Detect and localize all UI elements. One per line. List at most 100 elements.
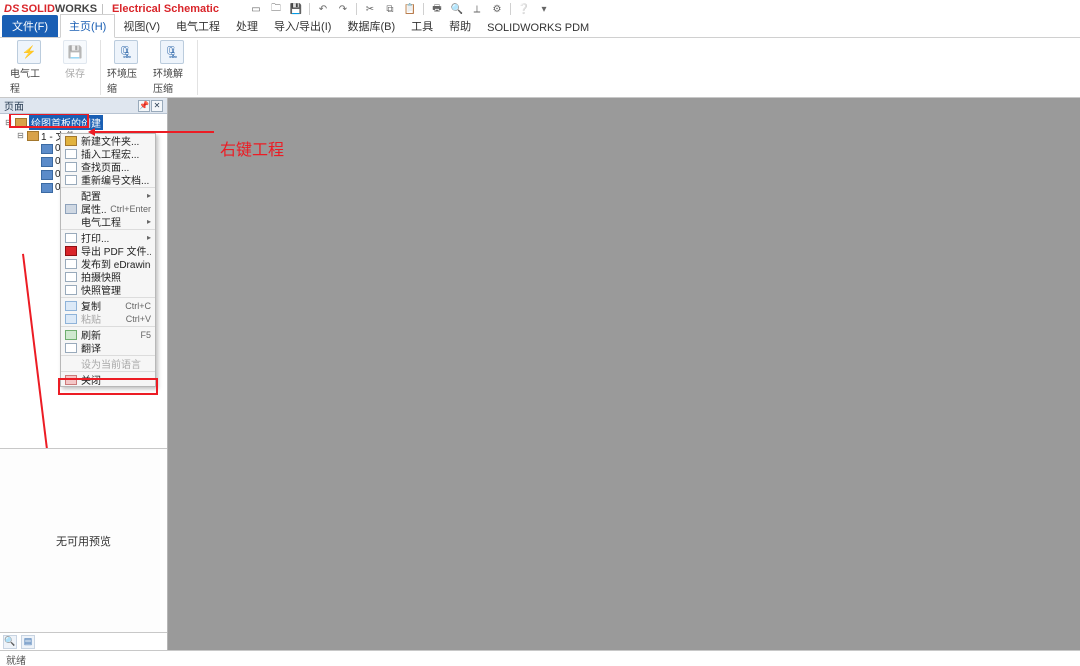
context-menu-item: 粘贴 Ctrl+V xyxy=(61,312,155,325)
gear-icon xyxy=(65,204,77,214)
doc-icon xyxy=(41,144,53,154)
qat-undo-icon[interactable]: ↶ xyxy=(316,2,330,16)
save-icon: 💾 xyxy=(63,40,87,64)
pane-controls: 📌 ✕ xyxy=(138,100,163,112)
drawing-canvas[interactable] xyxy=(168,98,1080,650)
ribbon-env-compress-button[interactable]: 🗜 环境压缩 xyxy=(107,40,145,95)
submenu-arrow-icon: ▸ xyxy=(147,233,151,242)
status-text: 就绪 xyxy=(6,656,26,666)
tab-process[interactable]: 处理 xyxy=(228,15,266,37)
blank-icon xyxy=(65,217,77,227)
context-menu-shortcut: Ctrl+C xyxy=(125,301,151,311)
page-icon xyxy=(65,343,77,353)
qat-redo-icon[interactable]: ↷ xyxy=(336,2,350,16)
main-area: 页面 📌 ✕ ⊟ 绘图首板的创建 ⊟ 1 - 文件 01 - xyxy=(0,98,1080,650)
doc-icon xyxy=(41,170,53,180)
submenu-arrow-icon: ▸ xyxy=(147,217,151,226)
context-menu-item[interactable]: 重新编号文档... xyxy=(61,173,155,186)
qat-print-icon[interactable]: 🖶 xyxy=(430,2,444,16)
qat-settings-icon[interactable]: ⚙ xyxy=(490,2,504,16)
blank-icon xyxy=(65,359,77,369)
tab-view[interactable]: 视图(V) xyxy=(115,15,168,37)
context-menu-shortcut: F5 xyxy=(140,330,151,340)
ribbon-env-decompress-button[interactable]: 🗜 环境解压缩 xyxy=(153,40,191,95)
context-menu-shortcut: Ctrl+V xyxy=(126,314,151,324)
tab-pdm[interactable]: SOLIDWORKS PDM xyxy=(479,19,597,37)
context-menu-item[interactable]: 电气工程 ▸ xyxy=(61,215,155,228)
ribbon: ⚡ 电气工程 💾 保存 管理 🗜 环境压缩 🗜 环境解压缩 压缩 xyxy=(0,38,1080,98)
doc-icon xyxy=(41,183,53,193)
qat-paste-icon[interactable]: 📋 xyxy=(403,2,417,16)
pane-bottom-tabs: 🔍 ▤ xyxy=(0,632,167,650)
tab-home[interactable]: 主页(H) xyxy=(60,14,115,38)
status-bar: 就绪 xyxy=(0,650,1080,666)
qat-open-icon[interactable]: 🗀 xyxy=(269,2,283,16)
project-icon xyxy=(15,118,27,128)
app-subtitle: Electrical Schematic xyxy=(112,3,219,15)
qat-ruler-icon[interactable]: ⟂ xyxy=(470,2,484,16)
doc-icon xyxy=(41,157,53,167)
annotation-text: 右键工程 xyxy=(220,136,284,160)
page-icon xyxy=(65,233,77,243)
page-icon xyxy=(65,272,77,282)
pane-header: 页面 📌 ✕ xyxy=(0,98,167,114)
pane-tab1-icon[interactable]: 🔍 xyxy=(3,635,17,649)
copy-icon xyxy=(65,301,77,311)
sw-logo-icon: DS xyxy=(4,3,19,15)
context-menu-item[interactable]: 快照管理 xyxy=(61,283,155,296)
lightning-icon: ⚡ xyxy=(17,40,41,64)
preview-pane: 无可用预览 xyxy=(0,448,167,632)
ribbon-group-compress: 🗜 环境压缩 🗜 环境解压缩 压缩 xyxy=(101,40,198,95)
qat-search-icon[interactable]: 🔍 xyxy=(450,2,464,16)
qat-new-icon[interactable]: ▭ xyxy=(249,2,263,16)
context-menu-item[interactable]: 翻译 xyxy=(61,341,155,354)
compress-icon: 🗜 xyxy=(114,40,138,64)
ribbon-save-button: 💾 保存 xyxy=(56,40,94,80)
context-menu-label: 电气工程 xyxy=(81,214,143,229)
annotation-arrow-right xyxy=(90,131,214,133)
page-icon xyxy=(65,149,77,159)
page-icon xyxy=(65,175,77,185)
tab-tools[interactable]: 工具 xyxy=(403,15,441,37)
qat-dropdown-icon[interactable]: ▾ xyxy=(537,2,551,16)
context-menu-item[interactable]: 配置▸ xyxy=(61,189,155,202)
pane-close-icon[interactable]: ✕ xyxy=(151,100,163,112)
pane-title: 页面 xyxy=(4,98,24,113)
tab-elec[interactable]: 电气工程 xyxy=(168,15,228,37)
annotation-arrow-down xyxy=(22,254,54,448)
ref-icon xyxy=(65,330,77,340)
pane-pin-icon[interactable]: 📌 xyxy=(138,100,150,112)
file-menu-button[interactable]: 文件(F) xyxy=(2,15,58,37)
context-menu-label: 设为当前语言 xyxy=(81,356,151,371)
qat-help-icon[interactable]: ❔ xyxy=(517,2,531,16)
page-icon xyxy=(65,259,77,269)
context-menu-item: 设为当前语言 xyxy=(61,357,155,370)
folder-icon xyxy=(27,131,39,141)
ribbon-elec-project-button[interactable]: ⚡ 电气工程 xyxy=(10,40,48,95)
context-menu-label: 重新编号文档... xyxy=(81,172,151,187)
qat-copy-icon[interactable]: ⧉ xyxy=(383,2,397,16)
folder-icon xyxy=(65,136,77,146)
context-menu: 新建文件夹...插入工程宏...查找页面...重新编号文档...配置▸属性...… xyxy=(60,133,156,387)
del-icon xyxy=(65,375,77,385)
qat-cut-icon[interactable]: ✂ xyxy=(363,2,377,16)
context-menu-item[interactable]: 关闭 xyxy=(61,373,155,386)
context-menu-shortcut: Ctrl+Enter xyxy=(110,204,151,214)
blank-icon xyxy=(65,191,77,201)
ribbon-group-manage: ⚡ 电气工程 💾 保存 管理 xyxy=(4,40,101,95)
page-icon xyxy=(65,285,77,295)
quick-access-toolbar: ▭ 🗀 💾 ↶ ↷ ✂ ⧉ 📋 🖶 🔍 ⟂ ⚙ ❔ ▾ xyxy=(249,2,551,16)
context-menu-label: 粘贴 xyxy=(81,311,122,326)
tab-db[interactable]: 数据库(B) xyxy=(339,15,403,37)
copy-icon xyxy=(65,314,77,324)
tab-import[interactable]: 导入/导出(I) xyxy=(266,15,339,37)
pane-tab2-icon[interactable]: ▤ xyxy=(21,635,35,649)
context-menu-label: 关闭 xyxy=(81,372,151,387)
context-menu-label: 翻译 xyxy=(81,340,151,355)
decompress-icon: 🗜 xyxy=(160,40,184,64)
page-icon xyxy=(65,162,77,172)
tab-help[interactable]: 帮助 xyxy=(441,15,479,37)
ribbon-tabs: 文件(F) 主页(H) 视图(V) 电气工程 处理 导入/导出(I) 数据库(B… xyxy=(0,18,1080,38)
qat-save-icon[interactable]: 💾 xyxy=(289,2,303,16)
submenu-arrow-icon: ▸ xyxy=(147,191,151,200)
